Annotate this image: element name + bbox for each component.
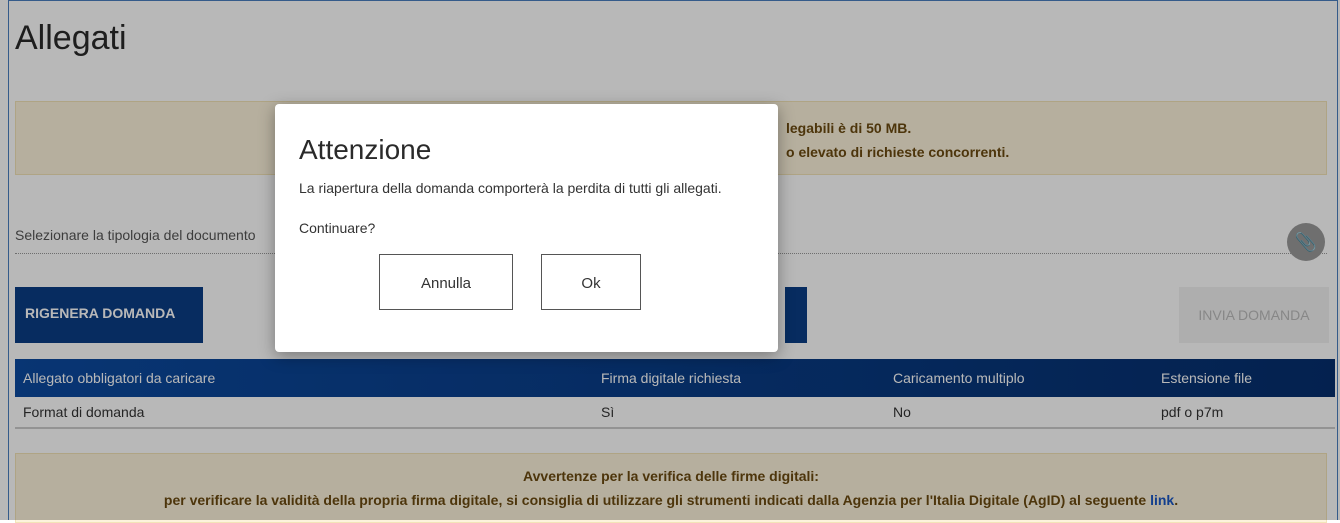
dialog-question: Continuare? bbox=[299, 220, 376, 236]
cancel-button[interactable]: Annulla bbox=[379, 254, 513, 310]
confirm-dialog: Attenzione La riapertura della domanda c… bbox=[275, 104, 778, 352]
dialog-title: Attenzione bbox=[299, 134, 432, 165]
dialog-message: La riapertura della domanda comporterà l… bbox=[299, 180, 722, 196]
ok-button[interactable]: Ok bbox=[541, 254, 641, 310]
